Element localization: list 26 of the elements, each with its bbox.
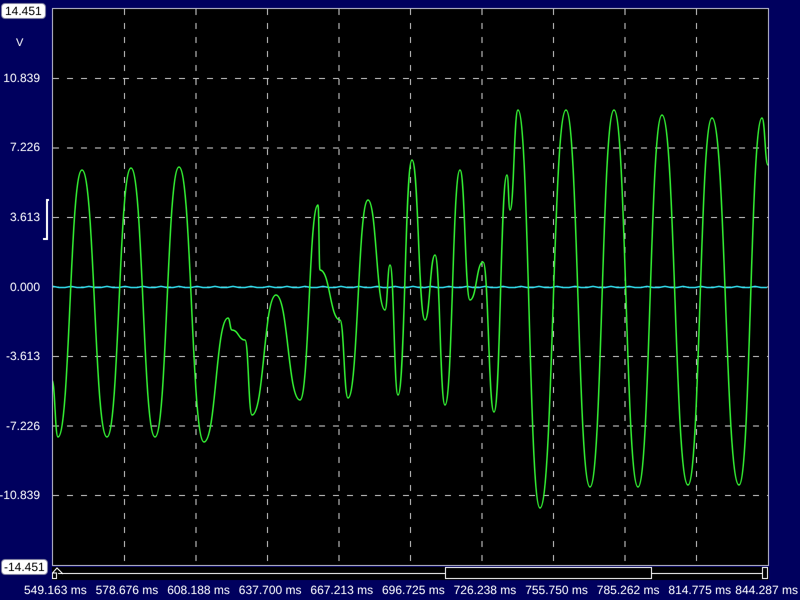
axis-tick-label: 726.238 ms: [454, 582, 516, 598]
axis-min-value: -14.451: [1, 559, 48, 575]
axis-tick-label: -7.226: [6, 418, 40, 434]
axis-tick-label: 844.287 ms: [735, 582, 798, 598]
axis-tick-label: 696.725 ms: [382, 582, 445, 598]
unit-label: V: [16, 36, 24, 51]
axis-tick-label: 3.613: [10, 208, 40, 225]
axis-tick-label: 667.213 ms: [310, 582, 374, 598]
scrollbar[interactable]: [52, 567, 769, 580]
axis-tick-label: 608.188 ms: [167, 582, 230, 598]
scrollbar-end-handle[interactable]: [762, 567, 768, 579]
axis-tick-label: 0.000: [10, 278, 40, 294]
scrollbar-thumb[interactable]: [445, 567, 652, 579]
axis-tick-label: -10.839: [0, 487, 40, 504]
triangle-icon[interactable]: [52, 567, 64, 579]
axis-tick-label: 755.750 ms: [525, 582, 588, 598]
axis-tick-label: 814.775 ms: [668, 582, 732, 598]
axis-tick-label: 549.163 ms: [24, 582, 87, 598]
axis-tick-label: 10.839: [3, 70, 40, 86]
axis-tick-label: 578.676 ms: [96, 582, 158, 598]
axis-tick-label: -3.613: [6, 348, 40, 364]
axis-max-value: 14.451: [1, 3, 46, 19]
bracket-icon: [43, 199, 50, 241]
axis-tick-label: 637.700 ms: [238, 582, 302, 598]
axis-tick-label: 785.262 ms: [596, 582, 660, 598]
axis-tick-label: 7.226: [10, 139, 40, 156]
